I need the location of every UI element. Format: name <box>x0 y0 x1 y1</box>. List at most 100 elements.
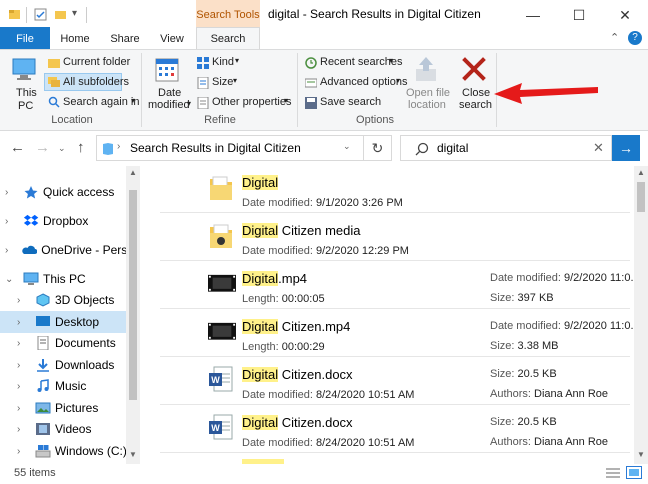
search-go-button[interactable]: → <box>612 135 640 161</box>
advanced-options-button[interactable]: Advanced options <box>320 76 407 88</box>
nav-scroll-down-icon[interactable]: ▼ <box>129 450 137 459</box>
expanded-chevron-icon[interactable]: ⌄ <box>5 274 17 285</box>
results-scroll-up-icon[interactable]: ▲ <box>637 168 645 177</box>
nav-scroll-thumb[interactable] <box>129 190 137 400</box>
expand-chevron-icon[interactable]: › <box>17 295 29 306</box>
this-pc-button-line1[interactable]: This <box>16 87 37 99</box>
other-properties-button[interactable]: Other properties <box>212 96 291 108</box>
recent-searches-dropdown-icon[interactable]: ▾ <box>389 56 393 65</box>
collapse-ribbon-icon[interactable]: ⌃ <box>610 31 619 44</box>
result-name[interactable]: Digital Citizen.mp4 <box>242 319 350 334</box>
forward-arrow-icon[interactable]: → <box>35 139 50 156</box>
search-match-highlight: Digital <box>242 319 279 334</box>
title-divider <box>26 7 27 23</box>
date-modified-button-line1[interactable]: Date <box>158 87 181 99</box>
properties-icon[interactable] <box>34 8 47 21</box>
expand-chevron-icon[interactable]: › <box>17 446 29 457</box>
nav-item-onedrive-person[interactable]: › OneDrive - Person <box>0 239 126 261</box>
kind-button[interactable]: Kind <box>212 56 234 68</box>
result-row[interactable]: Digital Citizen.mp4 Length: 00:00:29 Date … <box>160 309 634 357</box>
expand-chevron-icon[interactable]: › <box>5 187 17 198</box>
address-bar[interactable]: › Search Results in Digital Citizen › ⌄ <box>96 135 364 161</box>
result-name[interactable]: Digital Citizen media <box>242 223 361 238</box>
expand-chevron-icon[interactable]: › <box>17 403 29 414</box>
result-name[interactable]: Digital Citizen.docx <box>242 415 353 430</box>
close-search-icon[interactable] <box>460 55 488 83</box>
nav-scroll-up-icon[interactable]: ▲ <box>129 168 137 177</box>
minimize-button[interactable]: — <box>510 0 556 30</box>
expand-chevron-icon[interactable]: › <box>17 338 29 349</box>
search-again-in-button[interactable]: Search again in <box>63 96 139 108</box>
current-folder-button[interactable]: Current folder <box>63 56 130 68</box>
result-row[interactable]: Digital Citizen media Date modified: 9/2/… <box>160 213 630 261</box>
close-search-button-line1[interactable]: Close <box>462 87 490 99</box>
nav-item-videos[interactable]: › Videos <box>0 418 126 440</box>
kind-dropdown-icon[interactable]: ▾ <box>235 56 239 65</box>
search-input[interactable]: digital ✕ <box>400 135 612 161</box>
close-window-button[interactable]: ✕ <box>602 0 648 30</box>
refresh-button[interactable]: ↻ <box>364 135 392 161</box>
expand-chevron-icon[interactable]: › <box>17 424 29 435</box>
open-file-location-line1[interactable]: Open file <box>406 87 450 99</box>
nav-item-downloads[interactable]: › Downloads <box>0 354 126 376</box>
all-subfolders-button[interactable]: All subfolders <box>63 76 129 88</box>
result-meta-value: 9/2/2020 11:0... <box>564 320 634 332</box>
date-modified-button-line2[interactable]: modified <box>148 99 190 111</box>
tab-view[interactable]: View <box>150 27 194 50</box>
nav-item-dropbox[interactable]: › Dropbox <box>0 210 126 232</box>
large-icons-view-icon[interactable] <box>626 466 642 479</box>
customize-toolbar-icon[interactable]: ▾ <box>72 8 77 19</box>
result-name[interactable]: Digital Citizen.docx <box>242 367 353 382</box>
breadcrumb-path[interactable]: Search Results in Digital Citizen <box>130 141 301 155</box>
result-row[interactable]: Digital.mp4 Length: 00:00:05 Date modified… <box>160 261 634 309</box>
tab-home[interactable]: Home <box>52 27 98 50</box>
result-name[interactable]: Digital <box>242 175 279 190</box>
close-search-button-line2[interactable]: search <box>459 99 492 111</box>
explorer-app-icon[interactable] <box>8 8 21 21</box>
new-folder-icon[interactable] <box>54 8 67 21</box>
results-scroll-thumb[interactable] <box>637 182 645 212</box>
nav-item-documents[interactable]: › Documents <box>0 332 126 354</box>
results-scrollbar[interactable]: ▲ ▼ <box>634 166 648 464</box>
results-scroll-down-icon[interactable]: ▼ <box>637 450 645 459</box>
maximize-button[interactable]: ☐ <box>556 0 602 30</box>
expand-chevron-icon[interactable]: › <box>17 317 29 328</box>
address-dropdown-icon[interactable]: ⌄ <box>343 141 351 152</box>
breadcrumb-end-chevron-icon[interactable]: › <box>283 141 286 152</box>
nav-item-3d-objects[interactable]: › 3D Objects <box>0 289 126 311</box>
open-file-location-line2[interactable]: location <box>408 99 446 111</box>
result-row[interactable]: W Digital Citizen.docx Date modified: 8/24… <box>160 357 630 405</box>
expand-chevron-icon[interactable]: › <box>17 381 29 392</box>
date-modified-dropdown-icon[interactable]: ▾ <box>187 99 191 108</box>
nav-item-pictures[interactable]: › Pictures <box>0 397 126 419</box>
details-view-icon[interactable] <box>606 467 620 479</box>
result-name[interactable]: Digital.mp4 <box>242 271 307 286</box>
nav-scrollbar[interactable]: ▲ ▼ <box>126 166 140 464</box>
tab-file[interactable]: File <box>0 27 50 50</box>
up-arrow-icon[interactable]: ↑ <box>77 139 85 156</box>
other-properties-dropdown-icon[interactable]: ▾ <box>284 96 288 105</box>
clear-search-icon[interactable]: ✕ <box>593 140 604 156</box>
advanced-options-dropdown-icon[interactable]: ▾ <box>396 76 400 85</box>
nav-item-quick-access[interactable]: › Quick access <box>0 181 126 203</box>
this-pc-button-line2[interactable]: PC <box>18 100 33 112</box>
size-button[interactable]: Size <box>212 76 233 88</box>
expand-chevron-icon[interactable]: › <box>17 360 29 371</box>
expand-chevron-icon[interactable]: › <box>5 245 15 256</box>
nav-item-this-pc[interactable]: ⌄ This PC <box>0 268 126 290</box>
result-row[interactable]: Digital Date modified: 9/1/2020 3:26 PM <box>160 166 630 213</box>
save-search-button[interactable]: Save search <box>320 96 381 108</box>
nav-item-windows-c[interactable]: › Windows (C:) <box>0 440 126 462</box>
expand-chevron-icon[interactable]: › <box>5 216 17 227</box>
tab-search[interactable]: Search <box>196 27 260 50</box>
help-icon[interactable]: ? <box>628 31 642 45</box>
recent-locations-chevron-icon[interactable]: ⌄ <box>58 143 66 154</box>
search-again-dropdown-icon[interactable]: ▾ <box>131 96 135 105</box>
result-row[interactable]: W Digital Citizen.docx Date modified: 8/24… <box>160 405 630 453</box>
breadcrumb-chevron-icon[interactable]: › <box>117 141 120 152</box>
nav-item-desktop[interactable]: › Desktop <box>0 311 126 333</box>
size-dropdown-icon[interactable]: ▾ <box>233 76 237 85</box>
back-arrow-icon[interactable]: ← <box>10 139 25 156</box>
nav-item-music[interactable]: › Music <box>0 375 126 397</box>
tab-share[interactable]: Share <box>102 27 148 50</box>
